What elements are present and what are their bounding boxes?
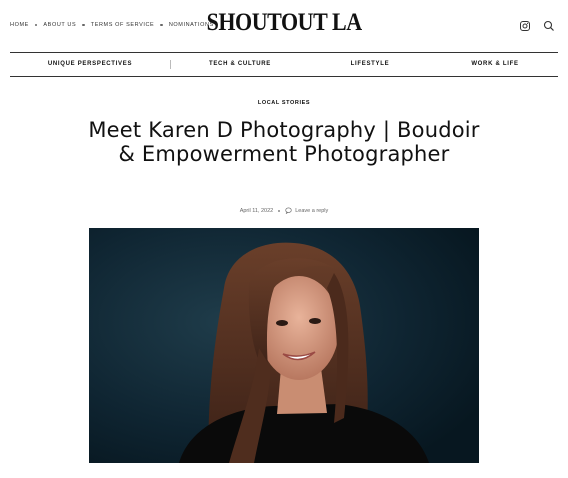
article-meta: April 11, 2022 Leave a reply — [0, 207, 568, 214]
nav-divider — [170, 60, 171, 69]
search-icon[interactable] — [543, 19, 555, 31]
meta-separator — [278, 209, 281, 212]
leave-reply-label: Leave a reply — [295, 207, 329, 214]
main-nav-work-life[interactable]: WORK & LIFE — [445, 54, 545, 75]
article-title: Meet Karen D Photography | Boudoir & Emp… — [88, 118, 480, 166]
main-nav-lifestyle[interactable]: LIFESTYLE — [320, 54, 420, 75]
main-nav: UNIQUE PERSPECTIVES TECH & CULTURE LIFES… — [10, 54, 558, 75]
main-nav-tech-culture[interactable]: TECH & CULTURE — [190, 54, 290, 75]
main-nav-unique-perspectives[interactable]: UNIQUE PERSPECTIVES — [10, 54, 170, 75]
header: HOME ABOUT US TERMS OF SERVICE NOMINATIO… — [0, 0, 568, 50]
nav-bottom-rule — [10, 76, 558, 77]
nav-top-rule — [10, 52, 558, 53]
article-category[interactable]: LOCAL STORIES — [0, 100, 568, 106]
site-logo[interactable]: SHOUTOUT LA — [0, 9, 568, 37]
portrait-image — [89, 228, 479, 463]
site-logo-text: SHOUTOUT LA — [206, 9, 362, 36]
leave-reply-link[interactable]: Leave a reply — [285, 207, 328, 214]
instagram-icon[interactable] — [519, 19, 531, 31]
featured-photo — [89, 228, 479, 463]
comment-icon — [285, 207, 292, 214]
article-date[interactable]: April 11, 2022 — [240, 208, 274, 214]
